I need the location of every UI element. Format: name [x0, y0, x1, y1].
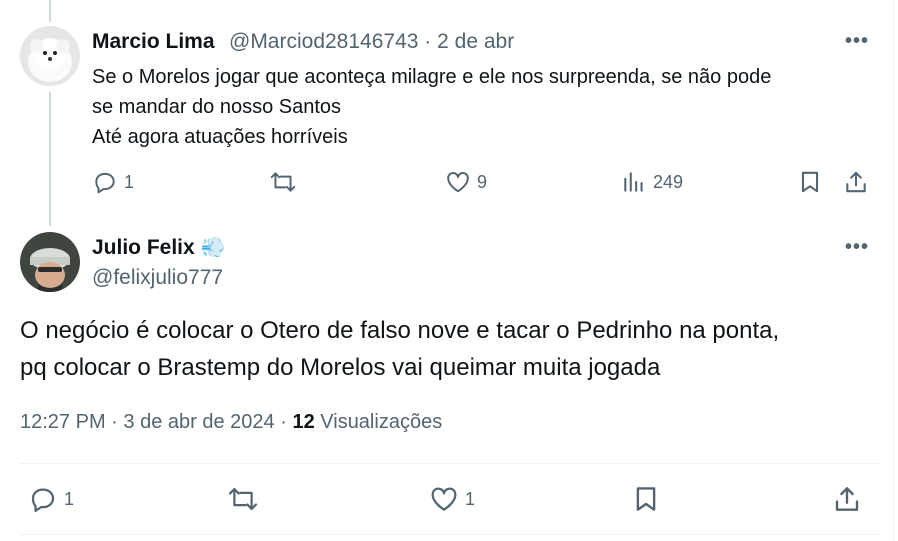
views-icon: [624, 172, 643, 192]
like-button[interactable]: 9: [445, 169, 487, 195]
repost-button[interactable]: [227, 484, 265, 514]
author-name[interactable]: Marcio Lima: [92, 30, 215, 54]
views-button[interactable]: 249: [621, 169, 683, 195]
bookmark-icon: [801, 171, 819, 193]
like-count: 1: [465, 488, 476, 509]
like-icon: [431, 487, 457, 511]
share-icon: [835, 487, 859, 511]
author-handle-line: @Marciod28146743 · 2 de abr: [229, 30, 514, 54]
more-icon[interactable]: •••: [845, 31, 869, 51]
divider: [20, 463, 880, 464]
more-icon[interactable]: •••: [845, 237, 869, 257]
tweet-time[interactable]: 12:27 PM: [20, 411, 106, 433]
bookmark-button[interactable]: [797, 169, 823, 195]
author-handle[interactable]: @felixjulio777: [92, 266, 223, 290]
divider: [20, 534, 880, 535]
author-name-text[interactable]: Julio Felix: [92, 236, 195, 259]
bookmark-icon: [636, 487, 656, 511]
author-name[interactable]: Julio Felix 💨: [92, 235, 225, 260]
repost-icon: [228, 488, 258, 510]
repost-icon: [270, 172, 296, 192]
like-count: 9: [477, 171, 488, 192]
tweet-text-line: Se o Morelos jogar que aconteça milagre …: [92, 66, 772, 88]
separator: ·: [111, 411, 118, 433]
share-button[interactable]: [832, 484, 862, 514]
tweet-date[interactable]: 2 de abr: [437, 30, 514, 53]
reply-count: 1: [124, 171, 135, 192]
avatar-marcio[interactable]: [20, 26, 80, 86]
separator: ·: [280, 411, 287, 433]
like-button[interactable]: 1: [429, 484, 475, 514]
reply-icon: [95, 172, 115, 194]
views-count: 12: [292, 411, 315, 433]
author-handle[interactable]: @Marciod28146743: [229, 30, 418, 53]
thread-line-top: [49, 0, 51, 22]
reply-button[interactable]: 1: [92, 169, 134, 195]
views-label: Visualizações: [320, 411, 443, 433]
thread-line-middle: [49, 92, 51, 226]
reply-count: 1: [64, 488, 75, 509]
views-count: 249: [653, 171, 684, 192]
separator: ·: [424, 30, 432, 53]
avatar-julio[interactable]: [20, 232, 80, 292]
like-icon: [447, 172, 469, 193]
tweet-meta: 12:27 PM · 3 de abr de 2024 · 12 Visuali…: [20, 411, 442, 434]
tweet-text-line: se mandar do nosso Santos: [92, 96, 342, 118]
tweet-text-line: pq colocar o Brastemp do Morelos vai que…: [20, 354, 661, 381]
reply-button[interactable]: 1: [28, 484, 74, 514]
repost-button[interactable]: [269, 169, 303, 195]
reply-icon: [31, 488, 55, 512]
tweet-text-line: Até agora atuações horríveis: [92, 126, 348, 148]
share-icon: [846, 171, 866, 193]
tweet-text-line: O negócio é colocar o Otero de falso nov…: [20, 317, 780, 344]
tweet-date[interactable]: 3 de abr de 2024: [123, 411, 274, 433]
dash-emoji-icon: 💨: [200, 237, 226, 259]
tweet-text: O negócio é colocar o Otero de falso nov…: [20, 312, 880, 386]
bookmark-button[interactable]: [631, 484, 661, 514]
share-button[interactable]: [843, 169, 869, 195]
tweet-text: Se o Morelos jogar que aconteça milagre …: [92, 62, 882, 152]
column-border: [893, 0, 894, 541]
